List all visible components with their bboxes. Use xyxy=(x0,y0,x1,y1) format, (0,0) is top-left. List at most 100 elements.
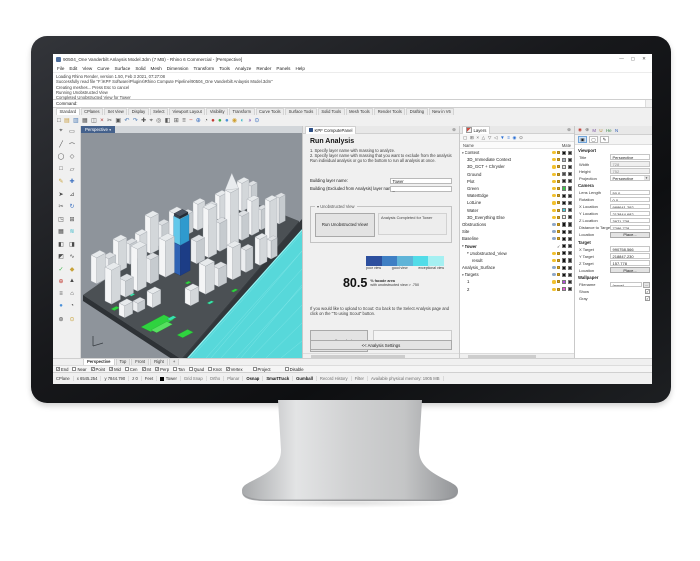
material-tab[interactable]: M xyxy=(592,128,596,133)
view-tab-right[interactable]: Right xyxy=(150,358,168,365)
layer-lock-icon[interactable] xyxy=(557,209,560,212)
sidebar-tool-icon-18[interactable]: ◧ xyxy=(56,241,67,254)
toolbar-icon-25[interactable]: ⊙ xyxy=(254,116,259,126)
toolbar-tab-cplanes[interactable]: CPlanes xyxy=(81,108,103,115)
osnap-checkbox-mid[interactable]: ✓ xyxy=(109,367,113,371)
layer-material-swatch[interactable] xyxy=(568,215,572,219)
tab-kpf-computepanel[interactable]: KPF ComputePanel xyxy=(305,126,356,134)
toolbar-icon-10[interactable]: ✚ xyxy=(141,116,146,126)
layer-visibility-bulb-icon[interactable] xyxy=(552,230,555,233)
layer-row-green[interactable]: Green xyxy=(460,185,574,192)
status-item[interactable]: Available physical memory: 1905 MB xyxy=(371,376,440,381)
sidebar-tool-icon-24[interactable]: ⊕ xyxy=(56,278,67,291)
layer-row-site[interactable]: Site xyxy=(460,228,574,235)
layers-toolbar-icon-7[interactable]: ≡ xyxy=(507,135,510,140)
toolbar-icon-14[interactable]: ⊞ xyxy=(174,116,179,126)
toolbar-icon-7[interactable]: ▣ xyxy=(115,116,121,126)
sidebar-tool-icon-28[interactable]: ● xyxy=(56,303,67,316)
sidebar-tool-icon-0[interactable]: ⌖ xyxy=(56,128,67,141)
layer-visibility-bulb-icon[interactable] xyxy=(552,187,555,190)
layer-visibility-bulb-icon[interactable] xyxy=(552,173,555,176)
layer-material-swatch[interactable] xyxy=(568,287,572,291)
sidebar-tool-icon-27[interactable]: ⌂ xyxy=(67,291,78,304)
place-button[interactable]: Place... xyxy=(610,267,650,273)
layer-visibility-bulb-icon[interactable] xyxy=(552,194,555,197)
menu-file[interactable]: File xyxy=(57,66,64,71)
layer-lock-icon[interactable] xyxy=(557,158,560,161)
command-bar[interactable]: Command: xyxy=(53,100,652,108)
layer-row-context[interactable]: ▾Context xyxy=(460,149,574,156)
layer-lock-icon[interactable] xyxy=(557,201,560,204)
layer-row-tower[interactable]: ▾Tower✓ xyxy=(460,242,574,249)
settings-tab[interactable]: ⊛ xyxy=(585,127,589,133)
sidebar-tool-icon-6[interactable]: □ xyxy=(56,166,67,179)
layer-material-swatch[interactable] xyxy=(568,251,572,255)
layer-visibility-bulb-icon[interactable] xyxy=(552,216,555,219)
menu-panels[interactable]: Panels xyxy=(276,66,290,71)
layer-material-swatch[interactable] xyxy=(568,230,572,234)
toolbar-icon-13[interactable]: ◧ xyxy=(165,116,171,126)
status-item[interactable]: z 0 xyxy=(132,376,138,381)
sidebar-tool-icon-25[interactable]: ▲ xyxy=(67,278,78,291)
expand-arrow-icon[interactable]: ▾ xyxy=(467,251,469,255)
layers-toolbar-icon-2[interactable]: × xyxy=(476,135,479,140)
viewport-canvas[interactable] xyxy=(81,133,302,358)
layer-color-swatch[interactable] xyxy=(562,237,566,241)
status-item[interactable]: Gumball xyxy=(296,376,313,381)
layer-row-analysis-surface[interactable]: Analysis_Surface xyxy=(460,264,574,271)
toolbar-icon-16[interactable]: − xyxy=(189,116,193,126)
prop-value-projection[interactable]: Perspective xyxy=(610,175,650,181)
sidebar-tool-icon-2[interactable]: ╱ xyxy=(56,141,67,154)
sidebar-tool-icon-11[interactable]: ⊿ xyxy=(67,191,78,204)
toolbar-tab-select[interactable]: Select xyxy=(150,108,168,115)
prop-value-rotation[interactable]: 0.0 xyxy=(610,197,650,203)
layer-lock-icon[interactable] xyxy=(557,273,560,276)
toolbar-tab-display[interactable]: Display xyxy=(128,108,148,115)
menu-surface[interactable]: Surface xyxy=(114,66,130,71)
layer-color-swatch[interactable] xyxy=(562,287,566,291)
layer-material-swatch[interactable] xyxy=(568,165,572,169)
sidebar-tool-icon-7[interactable]: ▱ xyxy=(67,166,78,179)
expand-arrow-icon[interactable]: ▾ xyxy=(462,151,464,155)
prop-value-z-target[interactable]: 157.778 xyxy=(610,260,650,266)
status-item[interactable]: CPlane xyxy=(56,376,70,381)
layer-lock-icon[interactable] xyxy=(557,216,560,219)
layer-lock-icon[interactable] xyxy=(557,252,560,255)
toolbar-tab-viewport-layout[interactable]: Viewport Layout xyxy=(169,108,205,115)
toolbar-tab-surface-tools[interactable]: Surface Tools xyxy=(285,108,317,115)
toolbar-tab-curve-tools[interactable]: Curve Tools xyxy=(256,108,285,115)
gear-icon[interactable]: ⊛ xyxy=(452,127,459,133)
layer-row-1[interactable]: 1 xyxy=(460,278,574,285)
layers-toolbar-icon-6[interactable]: ▼ xyxy=(500,135,505,140)
checkbox-show[interactable]: ✓ xyxy=(645,289,650,294)
layer-color-swatch[interactable] xyxy=(562,201,566,205)
menu-render[interactable]: Render xyxy=(256,66,271,71)
toolbar-tab-solid-tools[interactable]: Solid Tools xyxy=(318,108,345,115)
status-item[interactable]: Ortho xyxy=(210,376,220,381)
layer-row-result[interactable]: result xyxy=(460,257,574,264)
menu-mesh[interactable]: Mesh xyxy=(151,66,162,71)
osnap-checkbox-end[interactable]: ✓ xyxy=(56,367,60,371)
osnap-checkbox-disable[interactable] xyxy=(285,367,289,371)
help-tab[interactable]: He xyxy=(606,128,612,133)
layers-toolbar-icon-9[interactable]: ⊙ xyxy=(519,135,523,141)
sidebar-tool-icon-4[interactable]: ◯ xyxy=(56,153,67,166)
toolbar-icon-19[interactable]: ● xyxy=(211,116,215,126)
layer-visibility-bulb-icon[interactable] xyxy=(552,273,555,276)
libraries-tab[interactable]: U xyxy=(599,128,602,133)
status-item[interactable]: Record History xyxy=(320,376,348,381)
layer-row-targets[interactable]: ▾Targets xyxy=(460,271,574,278)
toolbar-icon-18[interactable]: ◔ xyxy=(204,116,208,126)
layer-row-2[interactable]: 2 xyxy=(460,286,574,293)
toolbar-icon-22[interactable]: ◉ xyxy=(232,116,237,126)
menu-transform[interactable]: Transform xyxy=(193,66,214,71)
sidebar-tool-icon-8[interactable]: ✎ xyxy=(56,178,67,191)
layer-lock-icon[interactable] xyxy=(557,165,560,168)
toolbar-icon-2[interactable]: ▥ xyxy=(73,116,79,126)
layer-material-swatch[interactable] xyxy=(568,172,572,176)
layer-lock-icon[interactable] xyxy=(557,194,560,197)
layer-color-swatch[interactable] xyxy=(562,165,566,169)
layer-lock-icon[interactable] xyxy=(557,151,560,154)
layer-visibility-bulb-icon[interactable] xyxy=(552,209,555,212)
toolbar-icon-23[interactable]: ◐ xyxy=(241,116,245,126)
